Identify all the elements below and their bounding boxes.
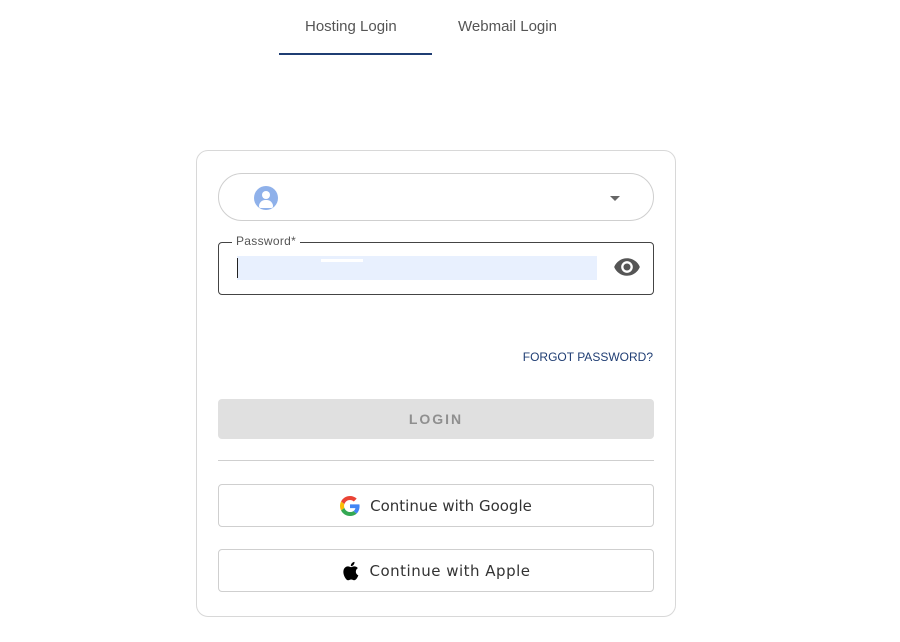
- eye-icon[interactable]: [613, 253, 641, 281]
- account-selector[interactable]: [218, 173, 654, 221]
- forgot-password-link[interactable]: FORGOT PASSWORD?: [523, 350, 653, 364]
- google-button-label: Continue with Google: [370, 496, 532, 515]
- active-tab-indicator: [279, 53, 432, 55]
- login-button[interactable]: LOGIN: [218, 399, 654, 439]
- login-card: Password* FORGOT PASSWORD? LOGIN Continu…: [196, 150, 676, 617]
- divider: [218, 460, 654, 461]
- password-input[interactable]: [237, 256, 597, 280]
- password-label: Password*: [232, 234, 301, 248]
- user-avatar-icon: [254, 186, 278, 210]
- continue-with-apple-button[interactable]: Continue with Apple: [218, 549, 654, 592]
- input-highlight: [321, 259, 363, 262]
- apple-button-label: Continue with Apple: [369, 561, 531, 580]
- continue-with-google-button[interactable]: Continue with Google: [218, 484, 654, 527]
- apple-logo-icon: [343, 561, 359, 580]
- google-logo-icon: [340, 495, 360, 516]
- tab-webmail-login[interactable]: Webmail Login: [458, 18, 557, 35]
- login-tabs: Hosting Login Webmail Login: [0, 0, 900, 56]
- text-cursor: [237, 258, 238, 278]
- tab-hosting-login[interactable]: Hosting Login: [305, 18, 397, 35]
- password-field: Password*: [218, 234, 654, 295]
- caret-down-icon[interactable]: [610, 196, 620, 201]
